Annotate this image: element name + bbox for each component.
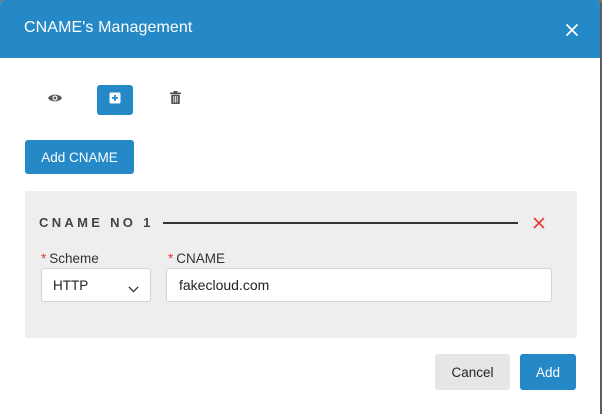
dialog-title: CNAME's Management <box>24 19 193 36</box>
scheme-select[interactable]: HTTP <box>41 268 151 302</box>
trash-icon <box>169 91 181 109</box>
cname-label-text: CNAME <box>176 251 226 266</box>
remove-cname-icon[interactable] <box>533 216 545 229</box>
scheme-value: HTTP <box>53 278 89 293</box>
cname-entry-section: CNAME NO 1 * Scheme HTTP * CNAME <box>25 191 577 338</box>
cname-input[interactable] <box>166 268 552 302</box>
cancel-button[interactable]: Cancel <box>435 354 510 390</box>
close-icon[interactable] <box>564 22 580 38</box>
scheme-label: * Scheme <box>41 251 99 266</box>
dialog-header: CNAME's Management <box>0 0 600 58</box>
add-mode-button[interactable] <box>97 85 133 115</box>
section-title: CNAME NO 1 <box>39 215 154 230</box>
plus-square-icon <box>109 91 121 109</box>
cname-label: * CNAME <box>168 251 225 266</box>
delete-button[interactable] <box>157 85 193 115</box>
view-button[interactable] <box>37 85 73 115</box>
required-marker: * <box>168 251 174 266</box>
scheme-label-text: Scheme <box>49 251 99 266</box>
required-marker: * <box>41 251 47 266</box>
add-cname-button[interactable]: Add CNAME <box>25 140 134 174</box>
cname-management-dialog: CNAME's Management Add CNAME CNAME NO 1 … <box>0 0 602 414</box>
section-divider <box>163 222 518 224</box>
eye-icon <box>47 91 63 109</box>
chevron-down-icon <box>128 281 139 296</box>
add-button[interactable]: Add <box>520 354 576 390</box>
